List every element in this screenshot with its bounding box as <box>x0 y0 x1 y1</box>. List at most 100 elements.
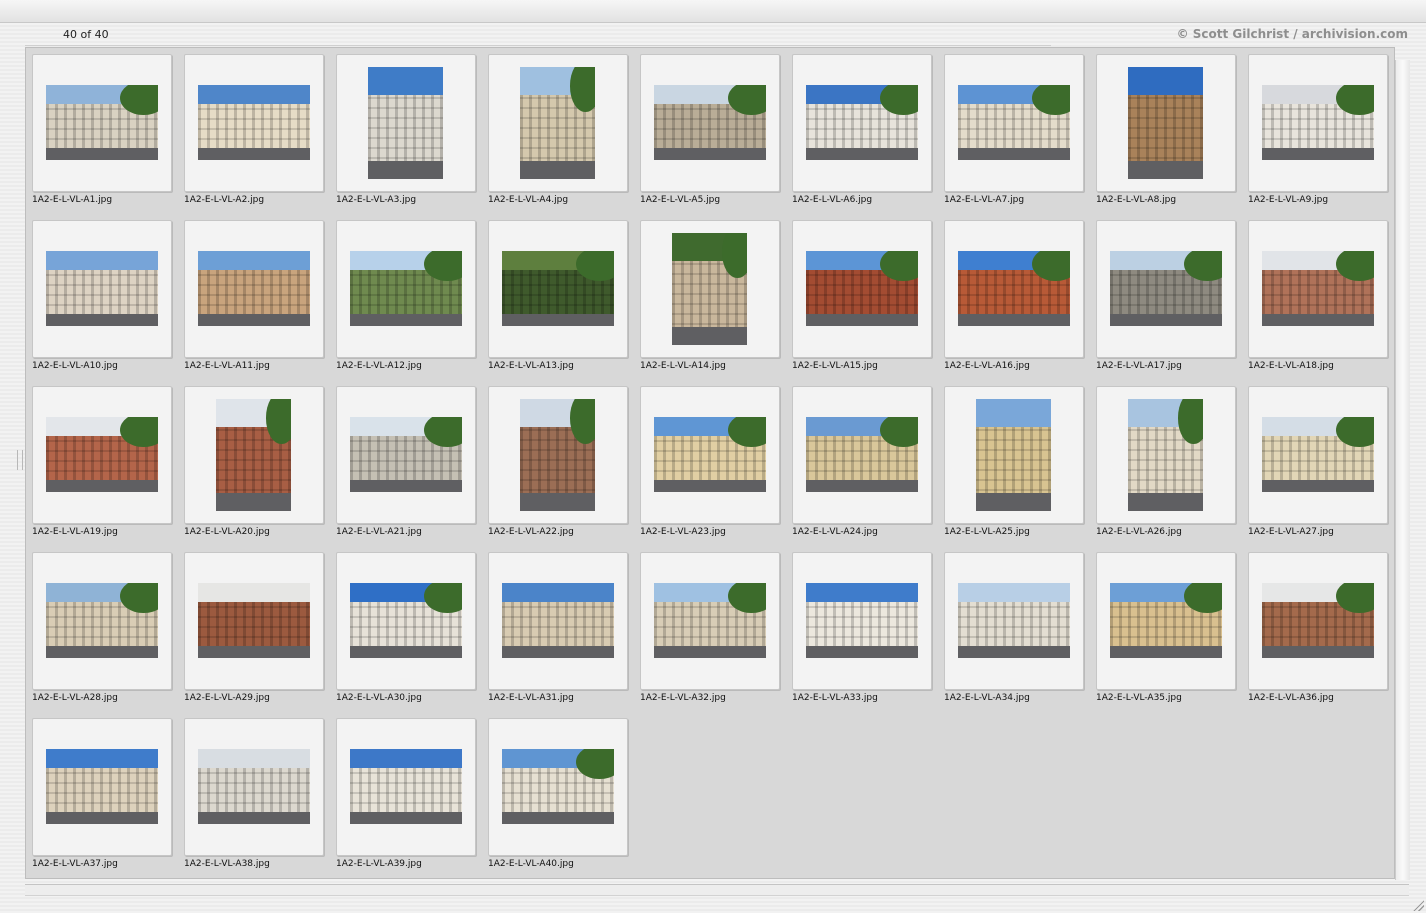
slide-mount <box>1096 220 1236 358</box>
thumbnail-filename: 1A2-E-L-VL-A19.jpg <box>32 527 118 537</box>
thumbnail-street <box>46 812 158 824</box>
thumbnail-item[interactable]: 1A2-E-L-VL-A2.jpg <box>178 48 330 214</box>
slide-mount <box>336 386 476 524</box>
thumbnail-image <box>46 251 158 326</box>
slide-mount <box>792 552 932 690</box>
thumbnail-image <box>806 417 918 492</box>
thumbnail-item[interactable]: 1A2-E-L-VL-A5.jpg <box>634 48 786 214</box>
thumbnail-item[interactable]: 1A2-E-L-VL-A6.jpg <box>786 48 938 214</box>
thumbnail-image <box>502 749 614 824</box>
thumbnail-street <box>806 646 918 658</box>
thumbnail-item[interactable]: 1A2-E-L-VL-A23.jpg <box>634 380 786 546</box>
thumbnail-item[interactable]: 1A2-E-L-VL-A38.jpg <box>178 712 330 878</box>
thumbnail-item[interactable]: 1A2-E-L-VL-A1.jpg <box>26 48 178 214</box>
thumbnail-filename: 1A2-E-L-VL-A20.jpg <box>184 527 270 537</box>
slide-mount <box>944 220 1084 358</box>
thumbnail-item[interactable]: 1A2-E-L-VL-A34.jpg <box>938 546 1090 712</box>
thumbnail-item[interactable]: 1A2-E-L-VL-A7.jpg <box>938 48 1090 214</box>
thumbnail-item[interactable]: 1A2-E-L-VL-A26.jpg <box>1090 380 1242 546</box>
slide-mount <box>32 220 172 358</box>
thumbnail-filename: 1A2-E-L-VL-A38.jpg <box>184 859 270 869</box>
slide-mount <box>184 220 324 358</box>
thumbnail-filename: 1A2-E-L-VL-A29.jpg <box>184 693 270 703</box>
thumbnail-item[interactable]: 1A2-E-L-VL-A28.jpg <box>26 546 178 712</box>
thumbnail-street <box>1128 161 1203 179</box>
thumbnail-image <box>502 583 614 658</box>
thumbnail-item[interactable]: 1A2-E-L-VL-A12.jpg <box>330 214 482 380</box>
thumbnail-image <box>350 749 462 824</box>
thumbnail-image <box>1262 251 1374 326</box>
thumbnail-filename: 1A2-E-L-VL-A32.jpg <box>640 693 726 703</box>
slide-mount <box>944 54 1084 192</box>
thumbnail-street <box>46 480 158 492</box>
thumbnail-image <box>46 749 158 824</box>
thumbnail-filename: 1A2-E-L-VL-A5.jpg <box>640 195 721 205</box>
thumbnail-item[interactable]: 1A2-E-L-VL-A33.jpg <box>786 546 938 712</box>
header-divider <box>25 45 1051 46</box>
thumbnail-item[interactable]: 1A2-E-L-VL-A20.jpg <box>178 380 330 546</box>
thumbnail-item[interactable]: 1A2-E-L-VL-A17.jpg <box>1090 214 1242 380</box>
thumbnail-street <box>350 480 462 492</box>
thumbnail-filename: 1A2-E-L-VL-A2.jpg <box>184 195 265 205</box>
thumbnail-image <box>1110 583 1222 658</box>
vertical-scrollbar[interactable] <box>1395 60 1410 880</box>
thumbnail-street <box>350 812 462 824</box>
slide-mount <box>1096 386 1236 524</box>
thumbnail-item[interactable]: 1A2-E-L-VL-A13.jpg <box>482 214 634 380</box>
thumbnail-street <box>502 314 614 326</box>
thumbnail-item[interactable]: 1A2-E-L-VL-A36.jpg <box>1242 546 1394 712</box>
thumbnail-item[interactable]: 1A2-E-L-VL-A8.jpg <box>1090 48 1242 214</box>
thumbnail-item[interactable]: 1A2-E-L-VL-A21.jpg <box>330 380 482 546</box>
thumbnail-item[interactable]: 1A2-E-L-VL-A10.jpg <box>26 214 178 380</box>
slide-mount <box>32 718 172 856</box>
thumbnail-filename: 1A2-E-L-VL-A13.jpg <box>488 361 574 371</box>
slide-mount <box>1248 386 1388 524</box>
thumbnail-filename: 1A2-E-L-VL-A18.jpg <box>1248 361 1334 371</box>
thumbnail-item[interactable]: 1A2-E-L-VL-A19.jpg <box>26 380 178 546</box>
thumbnail-image <box>46 85 158 160</box>
panel-resize-grip[interactable] <box>17 450 23 470</box>
thumbnail-item[interactable]: 1A2-E-L-VL-A4.jpg <box>482 48 634 214</box>
thumbnail-filename: 1A2-E-L-VL-A10.jpg <box>32 361 118 371</box>
thumbnail-item[interactable]: 1A2-E-L-VL-A11.jpg <box>178 214 330 380</box>
thumbnail-item[interactable]: 1A2-E-L-VL-A31.jpg <box>482 546 634 712</box>
thumbnail-item[interactable]: 1A2-E-L-VL-A16.jpg <box>938 214 1090 380</box>
thumbnail-item[interactable]: 1A2-E-L-VL-A9.jpg <box>1242 48 1394 214</box>
thumbnail-item[interactable]: 1A2-E-L-VL-A40.jpg <box>482 712 634 878</box>
thumbnail-filename: 1A2-E-L-VL-A16.jpg <box>944 361 1030 371</box>
thumbnail-street <box>520 161 595 179</box>
thumbnail-image <box>976 399 1051 511</box>
thumbnail-filename: 1A2-E-L-VL-A33.jpg <box>792 693 878 703</box>
thumbnail-street <box>368 161 443 179</box>
thumbnail-item[interactable]: 1A2-E-L-VL-A15.jpg <box>786 214 938 380</box>
thumbnail-item[interactable]: 1A2-E-L-VL-A22.jpg <box>482 380 634 546</box>
thumbnail-street <box>216 493 291 511</box>
thumbnail-filename: 1A2-E-L-VL-A25.jpg <box>944 527 1030 537</box>
thumbnail-street <box>1262 148 1374 160</box>
thumbnail-street <box>46 314 158 326</box>
thumbnail-item[interactable]: 1A2-E-L-VL-A35.jpg <box>1090 546 1242 712</box>
thumbnail-street <box>806 480 918 492</box>
slide-mount <box>336 552 476 690</box>
slide-mount <box>1096 54 1236 192</box>
thumbnail-street <box>46 148 158 160</box>
slide-mount <box>792 220 932 358</box>
thumbnail-item[interactable]: 1A2-E-L-VL-A32.jpg <box>634 546 786 712</box>
thumbnail-item[interactable]: 1A2-E-L-VL-A25.jpg <box>938 380 1090 546</box>
thumbnail-item[interactable]: 1A2-E-L-VL-A27.jpg <box>1242 380 1394 546</box>
slide-mount <box>184 552 324 690</box>
horizontal-scrollbar[interactable] <box>25 884 1409 896</box>
thumbnail-item[interactable]: 1A2-E-L-VL-A37.jpg <box>26 712 178 878</box>
thumbnail-item[interactable]: 1A2-E-L-VL-A24.jpg <box>786 380 938 546</box>
thumbnail-street <box>958 646 1070 658</box>
thumbnail-item[interactable]: 1A2-E-L-VL-A30.jpg <box>330 546 482 712</box>
thumbnail-item[interactable]: 1A2-E-L-VL-A3.jpg <box>330 48 482 214</box>
window-resize-icon[interactable] <box>1412 899 1424 911</box>
thumbnail-image <box>806 583 918 658</box>
thumbnail-item[interactable]: 1A2-E-L-VL-A18.jpg <box>1242 214 1394 380</box>
thumbnail-item[interactable]: 1A2-E-L-VL-A39.jpg <box>330 712 482 878</box>
thumbnail-item[interactable]: 1A2-E-L-VL-A29.jpg <box>178 546 330 712</box>
thumbnail-street <box>46 646 158 658</box>
thumbnail-item[interactable]: 1A2-E-L-VL-A14.jpg <box>634 214 786 380</box>
thumbnail-filename: 1A2-E-L-VL-A35.jpg <box>1096 693 1182 703</box>
